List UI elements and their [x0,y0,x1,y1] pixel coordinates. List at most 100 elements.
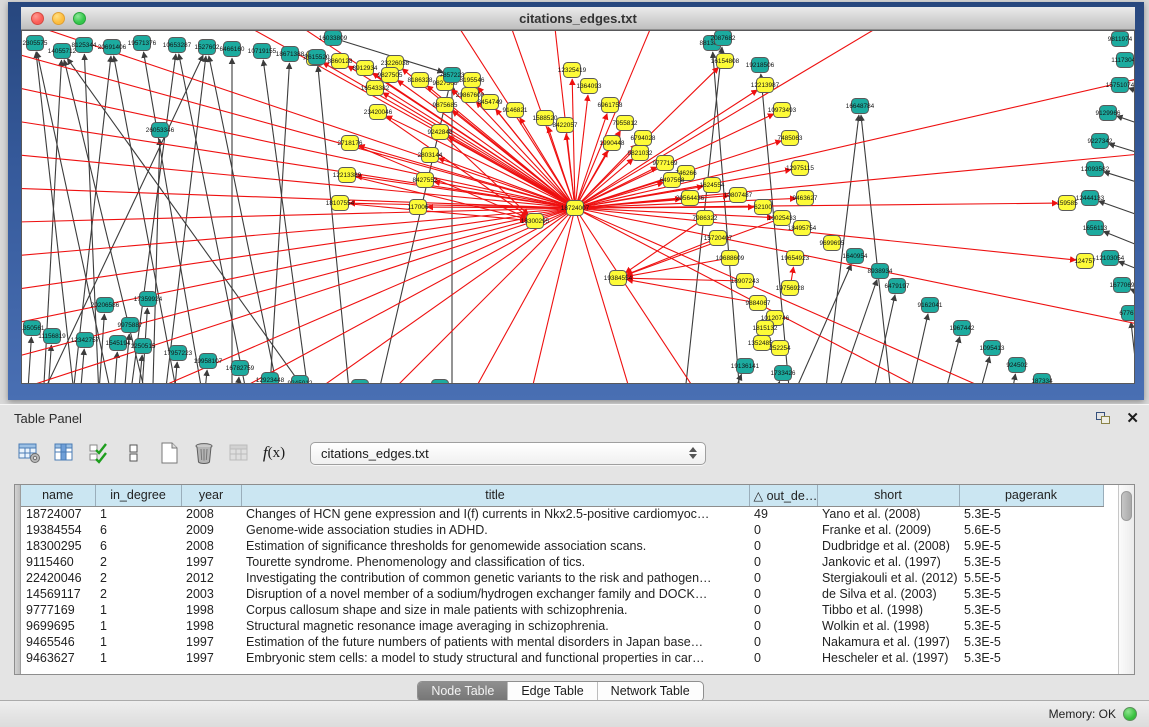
table-cell[interactable]: 1998 [181,618,241,634]
table-cell[interactable]: 49 [749,506,817,522]
table-cell[interactable]: 1997 [181,650,241,666]
table-vertical-scrollbar[interactable] [1118,485,1134,674]
network-node[interactable]: 2305575 [23,36,48,51]
table-cell[interactable]: Investigating the contribution of common… [241,570,749,586]
network-node[interactable]: 6479197 [885,279,910,294]
table-cell[interactable]: 5.3E-5 [959,506,1103,522]
table-cell[interactable]: de Silva et al. (2003) [817,586,959,602]
table-cell[interactable]: 2 [95,586,181,602]
network-node[interactable]: 12093582 [1081,162,1110,177]
table-row[interactable]: 946554611997Estimation of the future num… [21,634,1103,650]
column-header-year[interactable]: year [181,485,241,506]
table-cell[interactable]: 5.3E-5 [959,650,1103,666]
network-node[interactable]: 6466160 [220,42,245,57]
table-row[interactable]: 969969511998Structural magnetic resonanc… [21,618,1103,634]
network-node[interactable]: 18907243 [731,274,760,289]
network-node[interactable]: 124757 [1074,254,1096,269]
network-node[interactable]: 12213987 [751,78,780,93]
table-cell[interactable]: 2009 [181,522,241,538]
delete-table-icon[interactable] [191,440,217,466]
table-settings-icon[interactable] [16,440,42,466]
table-cell[interactable]: 0 [749,554,817,570]
table-row[interactable]: 911546021997Tourette syndrome. Phenomeno… [21,554,1103,570]
table-row[interactable]: 2242004622012Investigating the contribut… [21,570,1103,586]
table-cell[interactable]: 6 [95,522,181,538]
table-cell[interactable]: 0 [749,586,817,602]
network-node[interactable]: 187334 [1031,374,1053,384]
network-node[interactable]: 7485063 [778,131,803,146]
network-node[interactable]: 1624554 [700,178,725,193]
table-cell[interactable]: 5.3E-5 [959,554,1103,570]
table-cell[interactable]: Wolkin et al. (1998) [817,618,959,634]
network-node[interactable]: 16782759 [226,361,255,376]
network-node[interactable]: 19218506 [746,58,775,73]
network-node[interactable]: 1677069 [1110,278,1134,293]
table-cell[interactable]: 0 [749,602,817,618]
table-cell[interactable]: 0 [749,538,817,554]
table-cell[interactable]: 1 [95,602,181,618]
table-cell[interactable]: Franke et al. (2009) [817,522,959,538]
table-cell[interactable]: Tibbo et al. (1998) [817,602,959,618]
table-row[interactable]: 1830029562008Estimation of significance … [21,538,1103,554]
table-cell[interactable]: 5.6E-5 [959,522,1103,538]
column-header-name[interactable]: name [21,485,95,506]
network-node[interactable]: 8938934 [868,264,893,279]
network-node[interactable]: 6961758 [598,98,623,113]
tab-node-table[interactable]: Node Table [418,682,507,701]
table-cell[interactable]: Stergiakouli et al. (2012) [817,570,959,586]
network-node[interactable]: 9162041 [918,298,943,313]
close-window-icon[interactable] [31,12,44,25]
tab-edge-table[interactable]: Edge Table [507,682,596,701]
network-node[interactable]: 8912934 [353,61,378,76]
network-node[interactable]: 19654923 [781,251,810,266]
network-node[interactable]: 117006 [408,200,429,215]
network-node[interactable]: 62100 [754,200,772,215]
network-node[interactable]: 18671388 [276,47,305,62]
table-cell[interactable]: 1 [95,506,181,522]
table-cell[interactable]: 0 [749,522,817,538]
network-node[interactable]: 677673 [1119,306,1134,321]
network-node[interactable]: 9821032 [628,146,653,161]
table-cell[interactable]: 9465546 [21,634,95,650]
table-cell[interactable]: Structural magnetic resonance image aver… [241,618,749,634]
table-cell[interactable]: 22420046 [21,570,95,586]
import-table-icon[interactable] [226,440,252,466]
network-canvas[interactable]: 1872400771638228860128891293423226038982… [21,30,1135,384]
network-node[interactable]: 12103054 [1096,251,1125,266]
network-node[interactable]: 8125344 [72,38,97,53]
table-cell[interactable]: Estimation of the future numbers of pati… [241,634,749,650]
network-node[interactable]: 15751074 [1106,78,1134,93]
scrollbar-thumb[interactable] [1121,491,1132,521]
zoom-window-icon[interactable] [73,12,86,25]
network-node[interactable]: 11173044 [1111,53,1134,68]
network-node[interactable]: 9383922 [428,380,453,384]
table-cell[interactable]: 6 [95,538,181,554]
table-cell[interactable]: 9777169 [21,602,95,618]
table-cell[interactable]: Changes of HCN gene expression and I(f) … [241,506,749,522]
table-cell[interactable]: 1998 [181,602,241,618]
network-node[interactable]: 12342757 [71,333,100,348]
table-cell[interactable]: 2003 [181,586,241,602]
table-row[interactable]: 946362711997Embryonic stem cells: a mode… [21,650,1103,666]
column-header-short[interactable]: short [817,485,959,506]
network-node[interactable]: 8422057 [553,118,578,133]
network-node[interactable]: 1250515 [131,339,156,354]
table-cell[interactable]: 1 [95,634,181,650]
table-cell[interactable]: 9463627 [21,650,95,666]
table-cell[interactable]: 5.3E-5 [959,618,1103,634]
network-node[interactable]: 7955812 [613,116,638,131]
network-window-titlebar[interactable]: citations_edges.txt [21,7,1135,30]
network-node[interactable]: 252254 [769,341,791,356]
table-cell[interactable]: 9699695 [21,618,95,634]
column-header-title[interactable]: title [241,485,749,506]
network-node[interactable]: 10719155 [248,44,277,59]
table-cell[interactable]: 5.5E-5 [959,570,1103,586]
table-cell[interactable]: 14569117 [21,586,95,602]
table-row[interactable]: 977716911998Corpus callosum shape and si… [21,602,1103,618]
row-height-icon[interactable] [121,440,147,466]
table-cell[interactable]: 2008 [181,506,241,522]
network-node[interactable]: 1364093 [577,79,602,94]
table-cell[interactable]: Corpus callosum shape and size in male p… [241,602,749,618]
table-cell[interactable]: 0 [749,570,817,586]
table-cell[interactable]: Nakamura et al. (1997) [817,634,959,650]
